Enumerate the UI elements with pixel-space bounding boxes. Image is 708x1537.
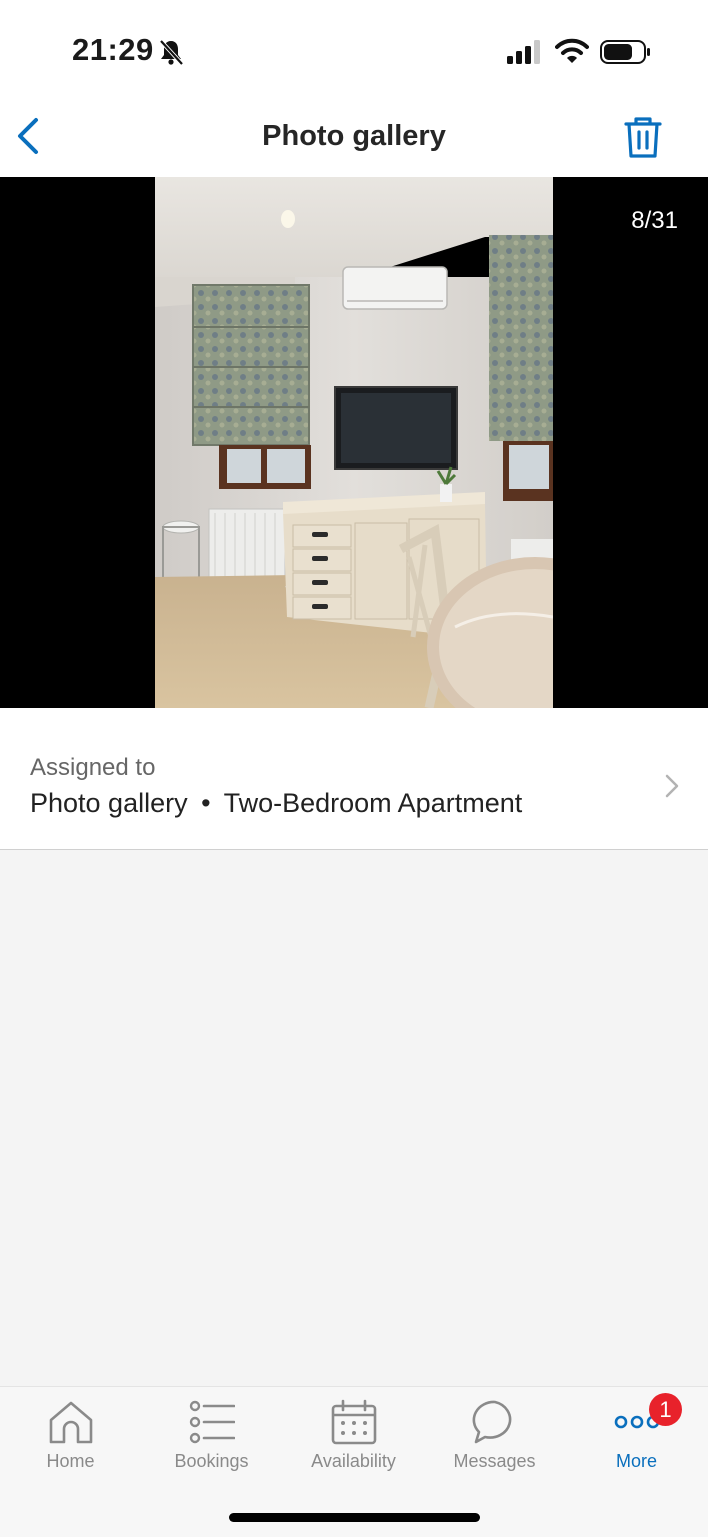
photo-counter: 8/31 xyxy=(631,207,678,234)
assigned-unit: Two-Bedroom Apartment xyxy=(223,788,523,818)
cellular-signal-icon xyxy=(507,40,540,64)
tab-availability-label: Availability xyxy=(311,1451,396,1471)
assigned-separator: • xyxy=(201,788,211,818)
tab-more[interactable]: More xyxy=(566,1387,707,1487)
room-photo-image xyxy=(155,177,553,708)
battery-icon xyxy=(600,40,650,64)
chat-icon xyxy=(472,1400,512,1444)
notification-badge: 1 xyxy=(649,1393,682,1426)
room-photo[interactable] xyxy=(155,177,553,708)
home-indicator xyxy=(229,1513,480,1522)
tab-messages[interactable]: Messages xyxy=(424,1387,565,1487)
status-time: 21:29 xyxy=(72,32,154,67)
assigned-label: Assigned to xyxy=(30,754,156,781)
tab-more-label: More xyxy=(615,1451,657,1471)
tab-messages-label: Messages xyxy=(453,1451,536,1471)
photo-viewer[interactable]: 8/31 xyxy=(0,177,708,708)
nav-header: Photo gallery xyxy=(0,100,708,177)
status-bar: 21:29 xyxy=(0,0,708,100)
assigned-value: Photo gallery • Two-Bedroom Apartment xyxy=(30,788,522,819)
tab-home-label: Home xyxy=(46,1451,95,1471)
tab-bookings[interactable]: Bookings xyxy=(141,1387,282,1487)
bell-muted-icon xyxy=(159,39,184,66)
chevron-right-icon xyxy=(665,774,679,798)
calendar-icon xyxy=(331,1399,377,1445)
list-icon xyxy=(189,1400,235,1444)
tab-home[interactable]: Home xyxy=(0,1387,141,1487)
tab-bookings-label: Bookings xyxy=(174,1451,249,1471)
assigned-to-row[interactable]: Assigned to Photo gallery • Two-Bedroom … xyxy=(0,708,708,850)
tab-availability[interactable]: Availability xyxy=(283,1387,424,1487)
home-icon xyxy=(49,1401,93,1444)
assigned-gallery: Photo gallery xyxy=(30,788,188,818)
page-title: Photo gallery xyxy=(262,120,446,152)
delete-trash-icon[interactable] xyxy=(620,114,666,160)
wifi-icon xyxy=(555,38,589,63)
